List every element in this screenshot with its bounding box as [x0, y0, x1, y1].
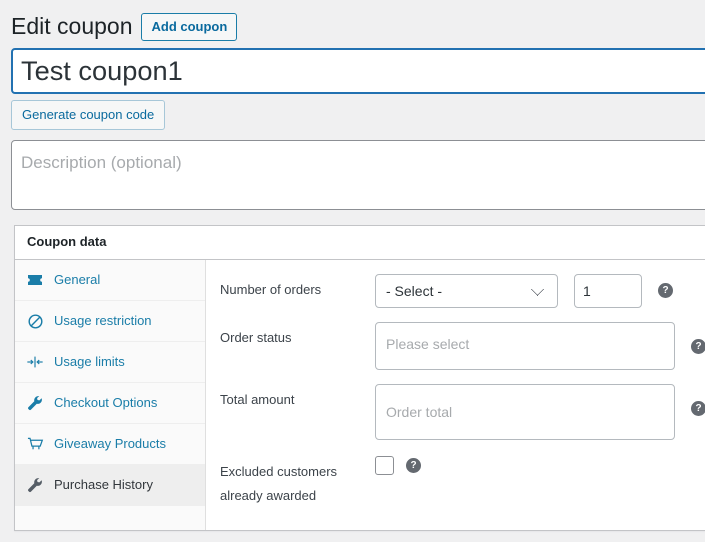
purchase-history-fields: Number of orders - Select - ? Order stat… [206, 260, 705, 530]
block-icon [25, 311, 45, 331]
tab-usage-restriction[interactable]: Usage restriction [15, 301, 205, 342]
field-order-status: Order status Please select ? [206, 322, 705, 370]
wp-admin-page: Edit coupon Add coupon Generate coupon c… [0, 0, 705, 542]
coupon-data-header: Coupon data [15, 226, 705, 260]
field-number-of-orders: Number of orders - Select - ? [206, 274, 705, 308]
page-title: Edit coupon [11, 12, 132, 42]
wrench-icon [25, 393, 45, 413]
tab-usage-limits[interactable]: Usage limits [15, 342, 205, 383]
tab-purchase-history[interactable]: Purchase History [15, 465, 205, 506]
tab-checkout-options[interactable]: Checkout Options [15, 383, 205, 424]
tab-label: General [54, 271, 100, 289]
total-amount-input[interactable]: Order total [375, 384, 675, 440]
generate-code-row: Generate coupon code [0, 94, 705, 130]
limit-icon [25, 352, 45, 372]
field-control: Please select ? [375, 322, 705, 370]
tab-label: Giveaway Products [54, 435, 166, 453]
field-label: Number of orders [220, 274, 375, 300]
tab-giveaway-products[interactable]: Giveaway Products [15, 424, 205, 465]
coupon-data-panel: Coupon data General [14, 225, 705, 531]
coupon-code-input[interactable] [11, 48, 705, 94]
wrench-icon [25, 475, 45, 495]
help-icon[interactable]: ? [691, 401, 705, 416]
field-label-line1: Excluded customers [220, 460, 375, 484]
coupon-data-tabs: General Usage restriction [15, 260, 206, 530]
tab-label: Checkout Options [54, 394, 157, 412]
field-label-line2: already awarded [220, 484, 375, 508]
field-control: ? [375, 454, 705, 475]
cart-icon [25, 434, 45, 454]
excluded-customers-checkbox[interactable] [375, 456, 394, 475]
title-field-wrap [0, 48, 705, 94]
order-status-select[interactable]: Please select [375, 322, 675, 370]
tab-general[interactable]: General [15, 260, 205, 301]
field-control: Order total ? [375, 384, 705, 440]
number-of-orders-select[interactable]: - Select - [375, 274, 558, 308]
field-excluded-customers: Excluded customers already awarded ? [206, 454, 705, 508]
help-icon[interactable]: ? [406, 458, 421, 473]
tab-label: Purchase History [54, 476, 153, 494]
coupon-description-input[interactable] [11, 140, 705, 210]
field-label: Order status [220, 322, 375, 348]
field-control: - Select - ? [375, 274, 705, 308]
tab-label: Usage restriction [54, 312, 152, 330]
number-of-orders-quantity-input[interactable] [574, 274, 642, 308]
generate-coupon-code-button[interactable]: Generate coupon code [11, 100, 165, 130]
field-label: Total amount [220, 384, 375, 410]
add-coupon-button[interactable]: Add coupon [141, 13, 237, 41]
field-label: Excluded customers already awarded [220, 454, 375, 508]
ticket-icon [25, 270, 45, 290]
coupon-data-title: Coupon data [27, 233, 106, 251]
help-icon[interactable]: ? [691, 339, 705, 354]
help-icon[interactable]: ? [658, 283, 673, 298]
tab-label: Usage limits [54, 353, 125, 371]
field-total-amount: Total amount Order total ? [206, 384, 705, 440]
description-field-wrap [0, 130, 705, 210]
page-header: Edit coupon Add coupon [0, 0, 705, 44]
coupon-data-body: General Usage restriction [15, 260, 705, 530]
